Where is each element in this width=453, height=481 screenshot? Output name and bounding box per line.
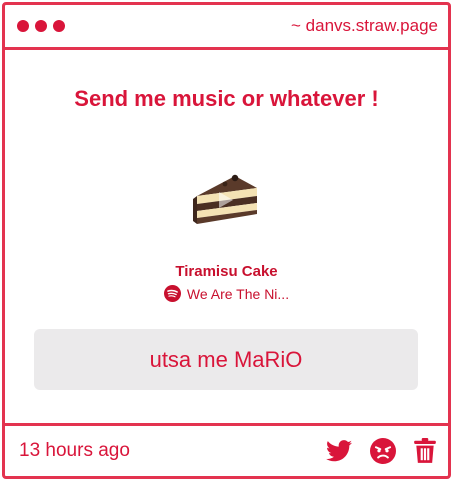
message-box: utsa me MaRiO [34,329,418,390]
site-address[interactable]: ~ danvs.straw.page [291,16,438,36]
window-dot-1 [17,20,29,32]
prompt-heading: Send me music or whatever ! [74,86,379,111]
card-content: Send me music or whatever ! Tiramisu Cak… [5,50,448,422]
cake-slice-icon [192,174,257,224]
action-icons [326,438,436,464]
message-text: utsa me MaRiO [149,346,303,372]
window-dot-2 [35,20,47,32]
window-dot-3 [53,20,65,32]
angry-face-icon[interactable] [370,438,396,464]
title-bar: ~ danvs.straw.page [5,5,448,50]
twitter-icon[interactable] [326,440,352,462]
trash-icon[interactable] [414,438,436,464]
cake-slice-artwork[interactable] [191,166,263,230]
timestamp: 13 hours ago [19,440,130,461]
track-title[interactable]: Tiramisu Cake [5,263,448,280]
spotify-icon [163,285,181,302]
message-card: ~ danvs.straw.page Send me music or what… [2,2,451,479]
window-dots [17,20,65,32]
card-footer: 13 hours ago [5,423,448,476]
track-artist: We Are The Ni... [186,285,290,302]
track-artist-row[interactable]: We Are The Ni... [5,285,448,302]
